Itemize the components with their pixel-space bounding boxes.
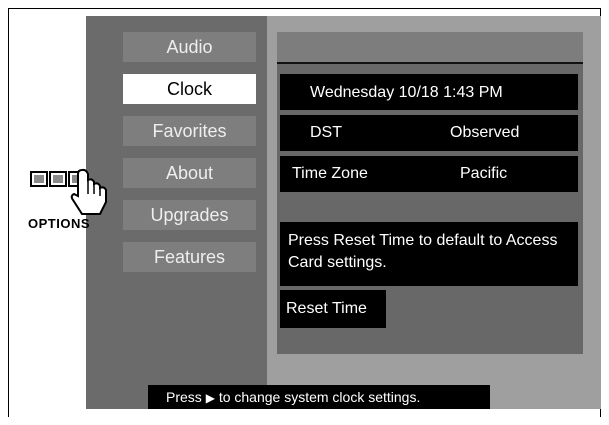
menu-item-features[interactable]: Features xyxy=(123,242,256,272)
status-suffix: to change system clock settings. xyxy=(218,389,421,405)
dst-label: DST xyxy=(310,124,342,141)
menu-item-audio[interactable]: Audio xyxy=(123,32,256,62)
dst-value: Observed xyxy=(450,124,520,141)
date-time-value: Wednesday 10/18 1:43 PM xyxy=(310,84,503,101)
dst-row[interactable]: DST Observed xyxy=(280,115,578,151)
status-bar: Press ▶ to change system clock settings. xyxy=(148,385,490,409)
time-zone-row[interactable]: Time Zone Pacific xyxy=(280,156,578,192)
menu-item-favorites[interactable]: Favorites xyxy=(123,116,256,146)
settings-menu: Audio Clock Favorites About Upgrades Fea… xyxy=(123,32,256,284)
remote-buttons-icon xyxy=(30,168,107,215)
menu-item-upgrades[interactable]: Upgrades xyxy=(123,200,256,230)
settings-header xyxy=(277,32,583,62)
right-arrow-icon: ▶ xyxy=(205,391,215,405)
time-zone-label: Time Zone xyxy=(292,165,368,182)
date-time-row[interactable]: Wednesday 10/18 1:43 PM xyxy=(280,74,578,110)
header-divider xyxy=(277,62,583,64)
options-remote-hand-icon: OPTIONS xyxy=(28,166,116,236)
info-message: Press Reset Time to default to Access Ca… xyxy=(280,222,578,286)
options-label: OPTIONS xyxy=(28,216,91,231)
menu-item-about[interactable]: About xyxy=(123,158,256,188)
time-zone-value: Pacific xyxy=(460,165,508,182)
menu-item-clock[interactable]: Clock xyxy=(123,74,256,104)
reset-time-button[interactable]: Reset Time xyxy=(280,290,386,328)
status-prefix: Press xyxy=(166,389,202,405)
